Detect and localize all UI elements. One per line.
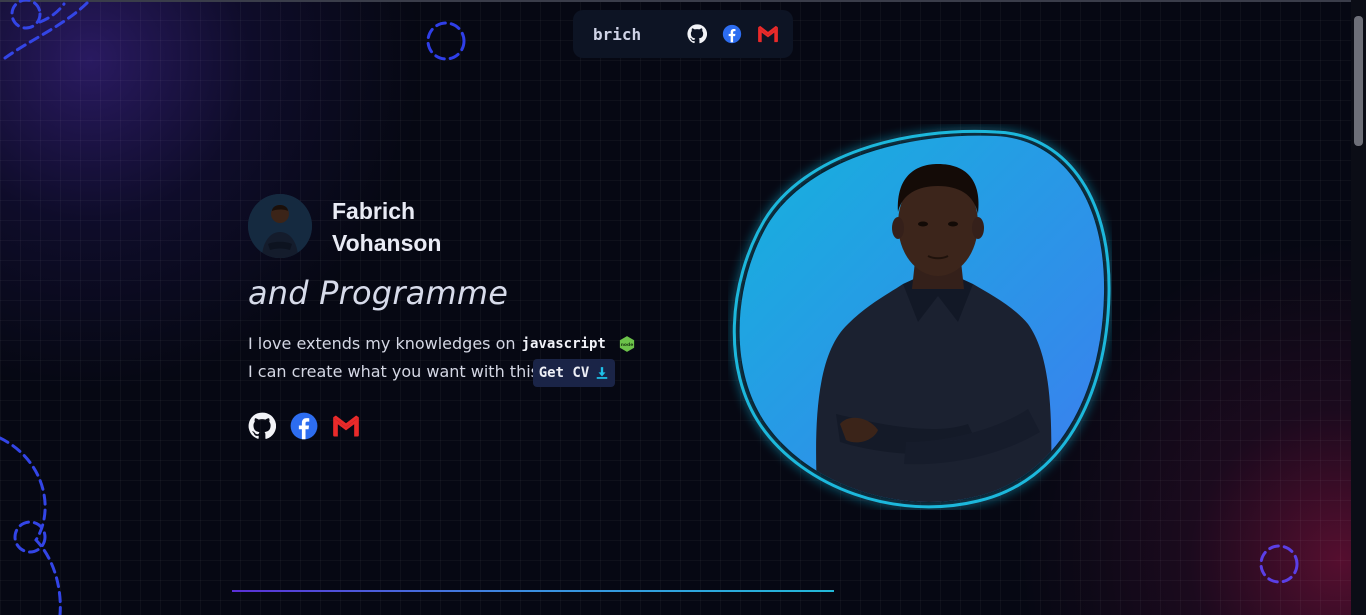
second-line: I can create what you want with this.	[248, 362, 545, 381]
portrait-photo	[732, 129, 1111, 509]
dashed-circle-bottom-right	[1259, 544, 1299, 584]
dashed-circle-top	[426, 21, 466, 61]
node-icon: node	[619, 335, 634, 352]
dashed-curve-left	[0, 436, 62, 615]
navbar-brand[interactable]: brich	[593, 25, 687, 44]
decorative-dashed-shapes	[0, 0, 1299, 615]
bottom-divider	[232, 590, 834, 592]
profile-name: Fabrich Vohanson	[332, 195, 532, 259]
social-links	[248, 411, 360, 441]
tagline: and Programme	[248, 274, 509, 312]
dashed-curve-top-left	[3, 0, 90, 60]
first-name: Fabrich	[332, 198, 416, 224]
last-name: Vohanson	[332, 230, 442, 256]
page-background: brich Fabrich Vohanson and Programme I l…	[0, 0, 1366, 615]
gmail-icon[interactable]	[757, 23, 779, 45]
github-icon[interactable]	[687, 23, 708, 45]
scrollbar-thumb[interactable]	[1354, 16, 1363, 146]
dashed-curve-top-right-of-circle	[38, 2, 66, 24]
intro-code: javascript	[521, 335, 606, 352]
avatar	[248, 194, 312, 258]
github-icon[interactable]	[248, 411, 276, 441]
intro-line: I love extends my knowledges on javascri…	[248, 334, 636, 353]
get-cv-label: Get CV	[538, 365, 590, 381]
svg-text:node: node	[621, 341, 634, 347]
top-navbar: brich	[573, 10, 793, 58]
gmail-icon[interactable]	[332, 411, 360, 441]
dashed-circle-top-left	[10, 0, 42, 30]
download-icon	[597, 367, 608, 379]
dashed-circle-left	[13, 520, 47, 554]
get-cv-button[interactable]: Get CV	[533, 359, 615, 387]
facebook-icon[interactable]	[290, 411, 318, 441]
facebook-icon[interactable]	[722, 23, 743, 45]
intro-text: I love extends my knowledges on	[248, 334, 516, 353]
